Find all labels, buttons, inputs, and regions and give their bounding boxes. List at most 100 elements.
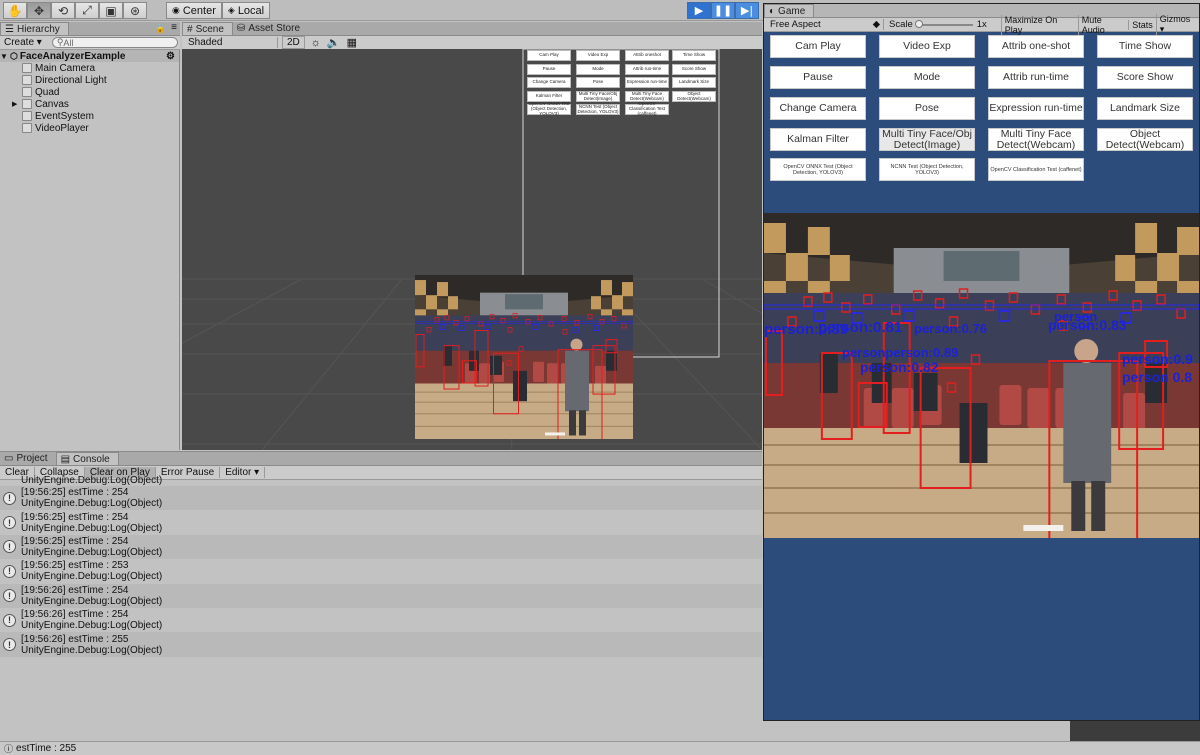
hierarchy-tree: ▼ ⬡ FaceAnalyzerExample ⚙ Main Camera Dir…: [0, 50, 179, 134]
pivot-center-button[interactable]: ◉ Center: [166, 2, 222, 19]
scene-root-row[interactable]: ▼ ⬡ FaceAnalyzerExample ⚙: [0, 50, 179, 62]
shading-mode-dropdown[interactable]: Shaded: [182, 37, 278, 48]
mode-2d-button[interactable]: 2D: [282, 36, 305, 49]
game-control-button[interactable]: Expression run-time: [988, 97, 1084, 120]
hierarchy-search-input[interactable]: ⚲ All: [51, 37, 178, 48]
stats-toggle[interactable]: Stats: [1128, 19, 1156, 30]
game-control-button[interactable]: Change Camera: [770, 97, 866, 120]
log-line-primary: [19:56:25] estTime : 254: [21, 487, 129, 499]
hierarchy-item[interactable]: ▶ Canvas: [0, 98, 179, 110]
lock-icon[interactable]: 🔒: [155, 23, 166, 34]
tab-hierarchy[interactable]: ☰ Hierarchy: [0, 22, 69, 35]
panel-menu-icon[interactable]: ≡: [171, 22, 177, 33]
scene-grid-icon: #: [187, 23, 193, 35]
maximize-on-play-toggle[interactable]: Maximize On Play: [1000, 14, 1078, 35]
detection-label: person:0.9: [1122, 351, 1193, 367]
tab-scene[interactable]: # Scene: [182, 22, 233, 35]
console-log-entry[interactable]: ! [19:56:25] estTime : 254 UnityEngine.Deb…: [0, 510, 762, 534]
console-log-entry[interactable]: ! [19:56:25] estTime : 254 UnityEngine.Deb…: [0, 534, 762, 560]
scale-slider[interactable]: [914, 19, 973, 28]
aspect-dropdown[interactable]: Free Aspect ◆: [764, 19, 885, 30]
tab-game[interactable]: ◐ Game: [764, 4, 815, 17]
scale-tool-icon[interactable]: ⤢: [75, 2, 99, 19]
mute-audio-toggle[interactable]: Mute Audio: [1077, 14, 1128, 35]
detection-label: person:0.82: [860, 359, 939, 375]
scene-viewport[interactable]: Cam Play Video Exp Attrib oneshot Time Show…: [182, 49, 762, 450]
game-control-button[interactable]: Landmark Size: [1097, 97, 1193, 120]
effects-icon[interactable]: ▦: [347, 36, 357, 49]
console-log-entry[interactable]: ! [19:56:25] estTime : 253 UnityEngine.Deb…: [0, 559, 762, 583]
move-tool-icon[interactable]: ✥: [27, 2, 51, 19]
pause-button-icon[interactable]: ❚❚: [711, 2, 735, 19]
scene-panel: # Scene ⛁ Asset Store Shaded 2D ☼ 🔈 ▦ Cam …: [182, 22, 762, 450]
lighting-icon[interactable]: ☼: [311, 37, 321, 49]
hierarchy-item[interactable]: Directional Light: [0, 74, 179, 86]
console-tabbar: ▭ Project ▤ Console: [0, 452, 762, 466]
gameobject-icon: [22, 63, 32, 73]
status-bar: ⓘ estTime : 255: [0, 741, 1200, 755]
expand-arrow-icon[interactable]: ▼: [0, 52, 10, 61]
create-dropdown[interactable]: Create ▾: [0, 37, 46, 48]
canvas-preview-button: Kalman Filter: [527, 91, 571, 102]
game-control-button[interactable]: Attrib one-shot: [988, 35, 1084, 58]
canvas-preview-button: Score Show: [672, 64, 716, 75]
console-log-entry[interactable]: ! [19:56:25] estTime : 254 UnityEngine.Deb…: [0, 486, 762, 511]
quad-video-preview: [415, 275, 633, 439]
game-control-button[interactable]: Cam Play: [770, 35, 866, 58]
hierarchy-item[interactable]: Quad: [0, 86, 179, 98]
canvas-preview-button: Change Camera: [527, 77, 571, 88]
game-control-button[interactable]: Kalman Filter: [770, 128, 866, 151]
log-line-primary: [19:56:25] estTime : 254: [21, 511, 129, 523]
hierarchy-item-label: Quad: [35, 86, 60, 98]
canvas-preview-button: NCNN Test (Object Detection, YOLOV3): [576, 103, 620, 115]
log-info-icon: !: [3, 613, 16, 627]
rotate-tool-icon[interactable]: ⟲: [51, 2, 75, 19]
hierarchy-item[interactable]: EventSystem: [0, 110, 179, 122]
canvas-preview-button: Attrib run-time: [625, 64, 669, 75]
detection-label: person 0.8: [1122, 369, 1193, 385]
canvas-preview-button: Landmark Size: [672, 77, 716, 88]
console-log-list[interactable]: !UnityEngine.Debug:Log(Object)![19:56:25…: [0, 474, 762, 659]
slider-thumb[interactable]: [914, 19, 923, 28]
game-control-button[interactable]: OpenCV Classification Test (caffenet): [988, 158, 1084, 181]
game-control-button[interactable]: NCNN Test (Object Detection, YOLOV3): [879, 158, 975, 181]
game-control-button[interactable]: Pause: [770, 66, 866, 89]
game-control-button[interactable]: Multi Tiny Face Detect(Webcam): [988, 128, 1084, 151]
console-log-entry[interactable]: !UnityEngine.Debug:Log(Object): [0, 474, 762, 486]
hierarchy-item[interactable]: VideoPlayer: [0, 122, 179, 134]
step-button-icon[interactable]: ▶|: [735, 2, 759, 19]
gameobject-icon: [22, 111, 32, 121]
log-line-stacktrace: UnityEngine.Debug:Log(Object): [21, 498, 163, 510]
transform-tool-icon[interactable]: ⊛: [123, 2, 147, 19]
game-control-button[interactable]: Video Exp: [879, 35, 975, 58]
game-control-button[interactable]: Mode: [879, 66, 975, 89]
tab-console[interactable]: ▤ Console: [55, 452, 119, 465]
console-log-entry[interactable]: ! [19:56:26] estTime : 254 UnityEngine.Deb…: [0, 583, 762, 608]
game-control-button[interactable]: OpenCV ONNX Test (Object Detection, YOLO…: [770, 158, 866, 181]
gameobject-icon: [22, 75, 32, 85]
play-button-icon[interactable]: ▶: [687, 2, 711, 19]
hierarchy-icon: ☰: [5, 23, 14, 35]
rect-tool-icon[interactable]: ▣: [99, 2, 123, 19]
canvas-preview-button: Multi Tiny Face Detect(Webcam): [625, 91, 669, 102]
status-text: estTime : 255: [16, 743, 77, 754]
game-control-button[interactable]: Score Show: [1097, 66, 1193, 89]
tab-project[interactable]: ▭ Project: [0, 452, 56, 465]
game-control-button[interactable]: Pose: [879, 97, 975, 120]
expand-arrow-icon[interactable]: ▶: [0, 100, 22, 108]
audio-icon[interactable]: 🔈: [327, 36, 341, 49]
game-control-button[interactable]: Time Show: [1097, 35, 1193, 58]
gizmos-dropdown[interactable]: Gizmos ▾: [1155, 14, 1199, 35]
hierarchy-item[interactable]: Main Camera: [0, 62, 179, 74]
tab-asset-store[interactable]: ⛁ Asset Store: [233, 22, 308, 35]
game-control-button[interactable]: Multi Tiny Face/Obj Detect(Image): [879, 128, 975, 151]
game-control-button[interactable]: Object Detect(Webcam): [1097, 128, 1193, 151]
scene-menu-icon[interactable]: ⚙: [166, 51, 175, 62]
pivot-local-button[interactable]: ◈ Local: [221, 2, 271, 19]
hand-tool-icon[interactable]: ✋: [3, 2, 27, 19]
console-log-entry[interactable]: ! [19:56:26] estTime : 255 UnityEngine.Deb…: [0, 632, 762, 657]
console-log-entry[interactable]: ! [19:56:26] estTime : 254 UnityEngine.Deb…: [0, 608, 762, 632]
log-line-primary: [19:56:26] estTime : 254: [21, 609, 129, 621]
log-line-stacktrace: UnityEngine.Debug:Log(Object): [21, 475, 163, 486]
game-control-button[interactable]: Attrib run-time: [988, 66, 1084, 89]
